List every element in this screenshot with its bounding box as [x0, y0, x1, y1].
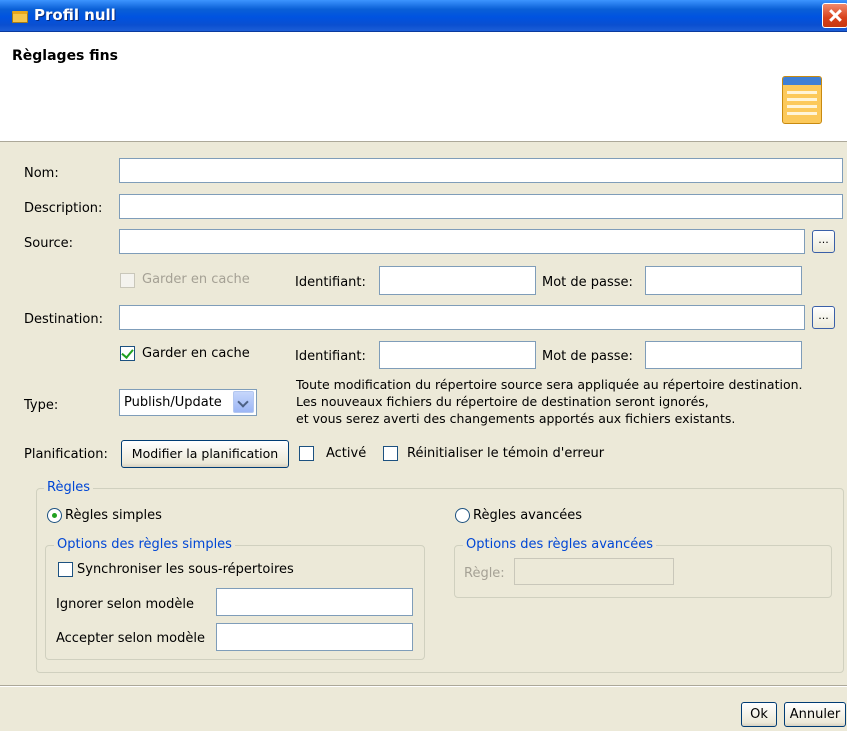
profile-settings-icon [782, 76, 822, 124]
simple-options-label: Options des règles simples [54, 537, 235, 552]
destination-password-input[interactable] [645, 341, 802, 369]
source-cache-label: Garder en cache [142, 272, 250, 287]
description-label: Description: [24, 201, 103, 216]
type-description-line-1: Toute modification du répertoire source … [296, 377, 803, 392]
window-folder-icon [12, 11, 28, 23]
source-password-input[interactable] [645, 266, 802, 295]
type-description-line-2: Les nouveaux fichiers du répertoire de d… [296, 394, 709, 409]
type-description-line-3: et vous serez averti des changements app… [296, 411, 736, 426]
type-label: Type: [24, 398, 59, 413]
modify-schedule-button[interactable]: Modifier la planification [121, 440, 289, 468]
source-id-label: Identifiant: [295, 275, 366, 290]
simple-rules-label: Règles simples [65, 508, 162, 523]
close-button[interactable] [822, 3, 847, 28]
destination-cache-label: Garder en cache [142, 346, 250, 361]
advanced-rules-label: Règles avancées [473, 508, 582, 523]
ignore-pattern-input[interactable] [216, 588, 413, 616]
title-bar [0, 0, 847, 32]
chevron-down-icon[interactable] [233, 391, 254, 413]
header-title: Règlages fins [12, 48, 118, 64]
source-id-input[interactable] [379, 266, 536, 295]
type-select-value: Publish/Update [124, 395, 222, 410]
destination-cache-checkbox[interactable] [120, 346, 135, 361]
name-input[interactable] [119, 158, 843, 183]
ignore-pattern-label: Ignorer selon modèle [56, 597, 194, 612]
destination-browse-button[interactable]: ... [812, 306, 835, 329]
simple-rules-radio[interactable] [47, 508, 62, 523]
reset-error-checkbox[interactable] [383, 446, 398, 461]
sync-subdirs-checkbox[interactable] [58, 562, 73, 577]
rule-label: Règle: [464, 566, 505, 581]
header-panel [0, 32, 847, 142]
destination-input[interactable] [119, 305, 805, 330]
cancel-button[interactable]: Annuler [784, 702, 846, 727]
destination-password-label: Mot de passe: [542, 349, 633, 364]
accept-pattern-label: Accepter selon modèle [56, 631, 205, 646]
rules-group-label: Règles [44, 480, 94, 495]
sync-subdirs-label: Synchroniser les sous-répertoires [77, 562, 294, 577]
ok-button[interactable]: Ok [741, 702, 777, 727]
source-cache-checkbox[interactable] [120, 273, 135, 288]
destination-id-label: Identifiant: [295, 349, 366, 364]
source-password-label: Mot de passe: [542, 275, 633, 290]
rule-input[interactable] [514, 558, 674, 585]
name-label: Nom: [24, 166, 59, 181]
advanced-rules-radio[interactable] [455, 508, 470, 523]
window-title: Profil null [34, 6, 116, 24]
source-browse-button[interactable]: ... [812, 230, 835, 253]
destination-id-input[interactable] [379, 341, 536, 369]
source-input[interactable] [119, 229, 805, 254]
enabled-label: Activé [326, 446, 367, 461]
accept-pattern-input[interactable] [216, 623, 413, 651]
description-input[interactable] [119, 194, 843, 219]
reset-error-label: Réinitialiser le témoin d'erreur [407, 446, 605, 461]
schedule-label: Planification: [24, 447, 108, 462]
advanced-options-label: Options des règles avancées [463, 537, 657, 552]
enabled-checkbox[interactable] [299, 446, 314, 461]
source-label: Source: [24, 236, 74, 251]
bottom-separator [0, 685, 847, 687]
destination-label: Destination: [24, 312, 103, 327]
